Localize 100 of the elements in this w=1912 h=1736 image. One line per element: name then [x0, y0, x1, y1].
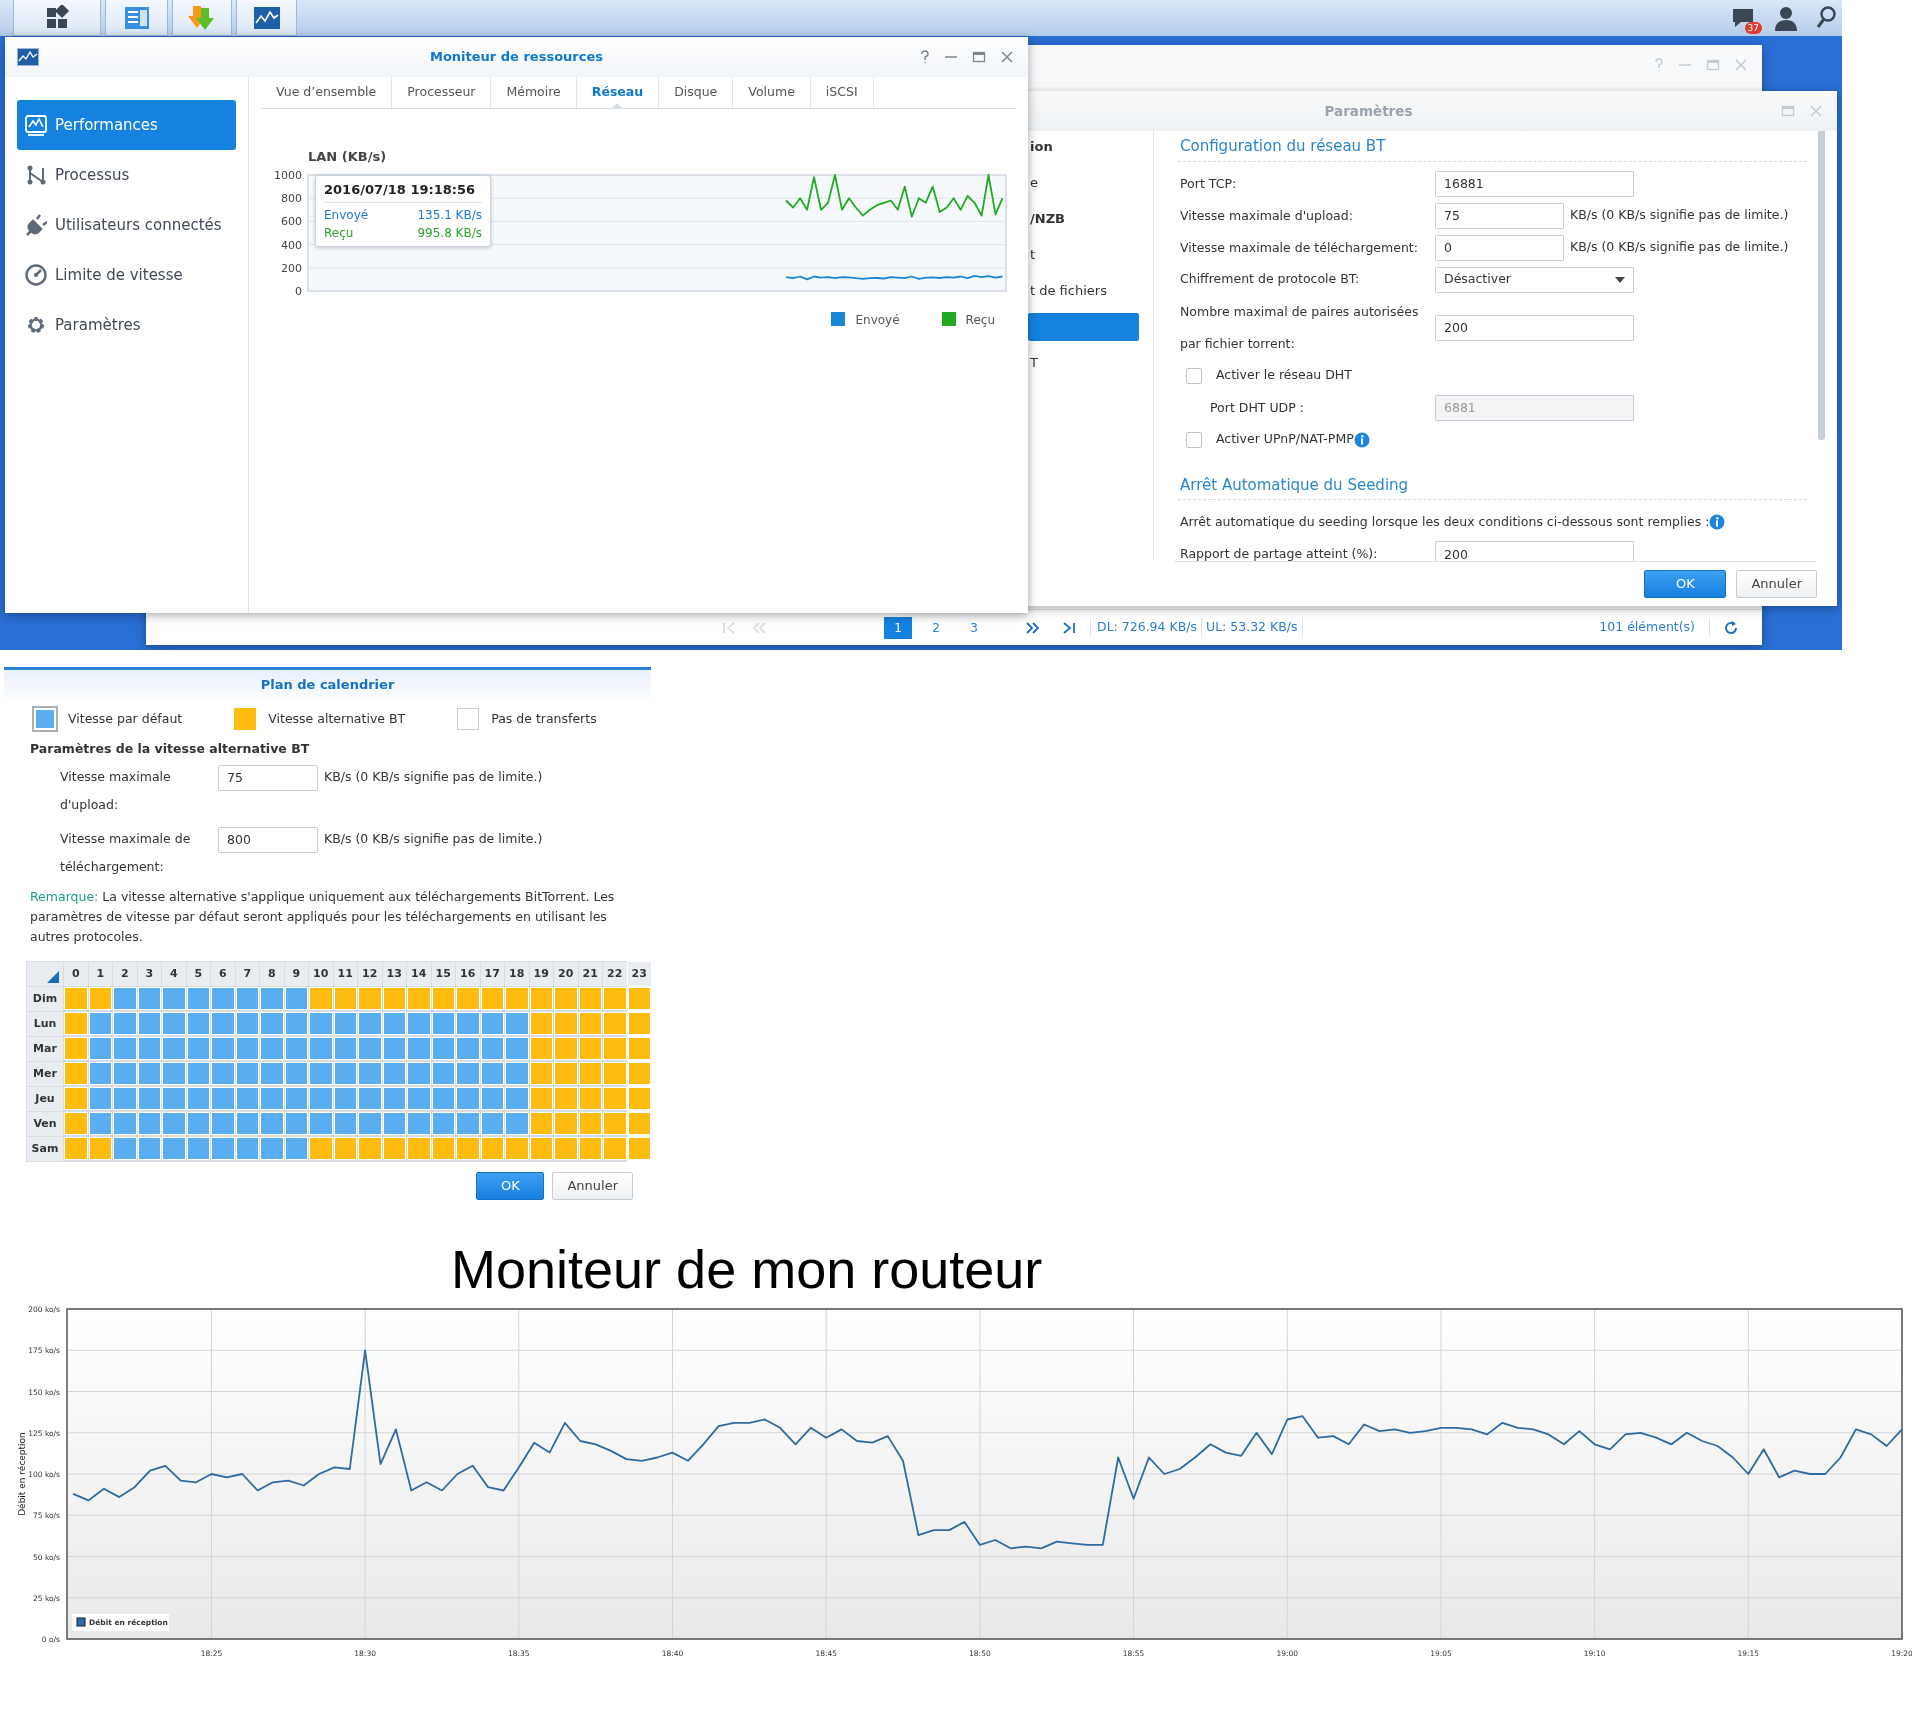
schedule-slot[interactable]: [309, 986, 333, 1011]
list-panel-icon[interactable]: [122, 4, 151, 31]
schedule-slot[interactable]: [333, 986, 357, 1011]
tab[interactable]: iSCSI: [810, 77, 874, 108]
close-icon[interactable]: [1809, 104, 1823, 118]
help-icon[interactable]: [1654, 58, 1664, 72]
schedule-slot[interactable]: [186, 1111, 210, 1136]
schedule-slot[interactable]: [113, 1136, 137, 1161]
schedule-slot[interactable]: [407, 1061, 431, 1086]
sidebar-item[interactable]: [1028, 313, 1139, 341]
schedule-slot[interactable]: [358, 1086, 382, 1111]
schedule-slot[interactable]: [554, 1136, 578, 1161]
schedule-slot[interactable]: [505, 1086, 529, 1111]
input-field[interactable]: 200: [1435, 314, 1634, 341]
checkbox[interactable]: [1186, 367, 1202, 384]
schedule-slot[interactable]: [603, 1061, 627, 1086]
schedule-slot[interactable]: [529, 1111, 553, 1136]
schedule-slot[interactable]: [480, 1061, 504, 1086]
schedule-slot[interactable]: [603, 986, 627, 1011]
hour-header[interactable]: 12: [358, 961, 382, 986]
input-field[interactable]: 0: [1435, 234, 1564, 261]
schedule-slot[interactable]: [186, 986, 210, 1011]
schedule-slot[interactable]: [309, 1086, 333, 1111]
schedule-slot[interactable]: [529, 1061, 553, 1086]
schedule-slot[interactable]: [431, 986, 455, 1011]
schedule-slot[interactable]: [578, 1136, 602, 1161]
schedule-slot[interactable]: [431, 1011, 455, 1036]
schedule-slot[interactable]: [211, 1061, 235, 1086]
schedule-slot[interactable]: [137, 1086, 161, 1111]
schedule-slot[interactable]: [235, 1086, 259, 1111]
schedule-slot[interactable]: [505, 1136, 529, 1161]
schedule-slot[interactable]: [431, 1061, 455, 1086]
hour-header[interactable]: 1: [88, 961, 112, 986]
hour-header[interactable]: 22: [603, 961, 627, 986]
input-field[interactable]: 200: [1435, 541, 1634, 561]
schedule-slot[interactable]: [456, 1011, 480, 1036]
schedule-slot[interactable]: [88, 1086, 112, 1111]
schedule-slot[interactable]: [578, 1061, 602, 1086]
schedule-slot[interactable]: [431, 1111, 455, 1136]
schedule-slot[interactable]: [480, 1086, 504, 1111]
schedule-slot[interactable]: [554, 1086, 578, 1111]
schedule-slot[interactable]: [260, 986, 284, 1011]
hour-header[interactable]: 5: [186, 961, 210, 986]
schedule-slot[interactable]: [554, 1036, 578, 1061]
input-field[interactable]: 800: [218, 826, 318, 853]
cancel-button[interactable]: Annuler: [552, 1171, 633, 1200]
download-arrow-icon[interactable]: [187, 3, 217, 32]
sidebar-heading[interactable]: /NZB: [1028, 205, 1139, 233]
schedule-slot[interactable]: [186, 1011, 210, 1036]
input-field[interactable]: 75: [1435, 202, 1564, 229]
schedule-slot[interactable]: [456, 1061, 480, 1086]
schedule-slot[interactable]: [603, 1136, 627, 1161]
schedule-slot[interactable]: [260, 1036, 284, 1061]
brush-swatch[interactable]: [457, 708, 480, 730]
schedule-slot[interactable]: [137, 1011, 161, 1036]
schedule-slot[interactable]: [309, 1061, 333, 1086]
hour-header[interactable]: 7: [235, 961, 259, 986]
schedule-slot[interactable]: [211, 986, 235, 1011]
schedule-slot[interactable]: [284, 1011, 308, 1036]
schedule-slot[interactable]: [137, 1111, 161, 1136]
schedule-slot[interactable]: [235, 1011, 259, 1036]
hour-header[interactable]: 17: [480, 961, 504, 986]
tab[interactable]: Vue d’ensemble: [261, 77, 393, 108]
schedule-slot[interactable]: [382, 1036, 406, 1061]
schedule-slot[interactable]: [627, 1136, 651, 1161]
page-button[interactable]: 1: [884, 616, 912, 639]
close-icon[interactable]: [1734, 58, 1748, 72]
schedule-slot[interactable]: [64, 1111, 88, 1136]
schedule-slot[interactable]: [284, 1111, 308, 1136]
schedule-slot[interactable]: [456, 1136, 480, 1161]
schedule-slot[interactable]: [211, 1036, 235, 1061]
schedule-slot[interactable]: [578, 1011, 602, 1036]
info-icon[interactable]: [1709, 514, 1726, 530]
scrollbar-thumb[interactable]: [1818, 131, 1825, 440]
schedule-slot[interactable]: [88, 1111, 112, 1136]
sidebar-item[interactable]: Processus: [17, 150, 236, 200]
schedule-slot[interactable]: [260, 1086, 284, 1111]
hour-header[interactable]: 6: [211, 961, 235, 986]
schedule-slot[interactable]: [88, 1036, 112, 1061]
tab[interactable]: Processeur: [392, 77, 492, 108]
schedule-slot[interactable]: [505, 1036, 529, 1061]
sidebar-item[interactable]: e: [1028, 169, 1139, 197]
schedule-slot[interactable]: [64, 1136, 88, 1161]
day-header[interactable]: Ven: [27, 1111, 63, 1136]
schedule-slot[interactable]: [260, 1011, 284, 1036]
schedule-slot[interactable]: [309, 1011, 333, 1036]
sidebar-item[interactable]: t de fichiers: [1028, 277, 1139, 305]
day-header[interactable]: Dim: [27, 986, 63, 1011]
close-icon[interactable]: [1000, 50, 1014, 64]
schedule-slot[interactable]: [211, 1111, 235, 1136]
hour-header[interactable]: 10: [309, 961, 333, 986]
schedule-slot[interactable]: [578, 986, 602, 1011]
line-chart-icon[interactable]: [252, 5, 281, 30]
schedule-slot[interactable]: [284, 1036, 308, 1061]
schedule-slot[interactable]: [358, 1036, 382, 1061]
schedule-slot[interactable]: [88, 1061, 112, 1086]
schedule-slot[interactable]: [554, 1111, 578, 1136]
hour-header[interactable]: 21: [578, 961, 602, 986]
schedule-slot[interactable]: [431, 1036, 455, 1061]
page-button[interactable]: 3: [960, 616, 988, 639]
